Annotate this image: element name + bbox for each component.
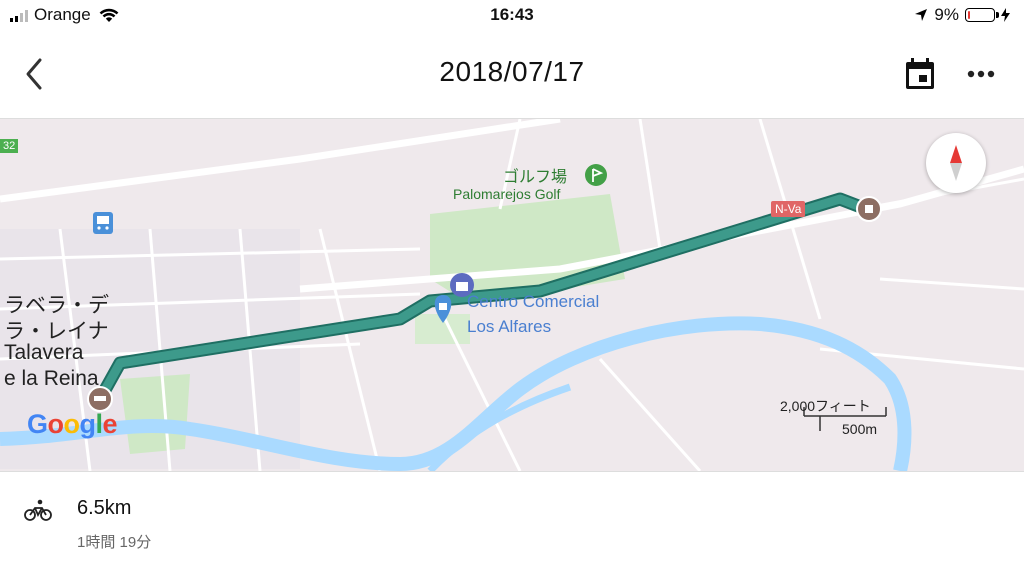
golf-label-jp[interactable]: ゴルフ場 xyxy=(503,163,567,187)
nav-bar: 2018/07/17 xyxy=(0,32,1024,118)
more-horizontal-icon xyxy=(967,70,995,78)
bicycle-icon xyxy=(24,499,52,521)
mall-label-line1[interactable]: Centro Comercial xyxy=(467,292,599,312)
road-label: N-Va xyxy=(771,201,806,217)
more-options-button[interactable] xyxy=(962,60,1000,88)
location-arrow-icon xyxy=(915,9,928,21)
activity-duration: 1時間 19分 xyxy=(77,534,152,551)
golf-pin-icon xyxy=(585,164,607,186)
compass-button[interactable] xyxy=(926,133,986,193)
scale-meters-label: 500m xyxy=(842,421,878,437)
golf-label[interactable]: Palomarejos Golf xyxy=(453,186,560,202)
status-time: 16:43 xyxy=(490,5,534,24)
battery-percent: 9% xyxy=(934,5,959,24)
charging-bolt-icon xyxy=(1001,8,1010,22)
route-map[interactable]: 32 ゴルフ場 Palomarejos Golf Centro Comercia… xyxy=(0,118,1024,472)
battery-icon xyxy=(965,8,999,22)
compass-icon xyxy=(950,145,962,181)
city-label-line2: e la Reina xyxy=(4,367,99,390)
calendar-button[interactable] xyxy=(902,56,938,92)
park-south xyxy=(120,374,190,454)
activity-distance: 6.5km xyxy=(77,497,132,519)
battery-level xyxy=(968,11,970,19)
activity-summary: 6.5km 1時間 19分 xyxy=(0,470,1024,576)
scale-feet-label: 2,000フィート xyxy=(780,398,871,414)
page-title: 2018/07/17 xyxy=(439,56,585,87)
status-bar-right: 9% xyxy=(914,5,1010,25)
calendar-icon xyxy=(906,58,934,89)
google-logo: Google xyxy=(27,409,118,439)
city-label-line1: Talavera xyxy=(4,341,84,364)
route-end-pin-icon xyxy=(856,196,882,222)
status-bar: Orange 16:43 9% xyxy=(0,0,1024,32)
transit-station-icon xyxy=(93,212,113,234)
mall-label-line2[interactable]: Los Alfares xyxy=(467,317,551,337)
road-number-label: 32 xyxy=(0,139,19,153)
